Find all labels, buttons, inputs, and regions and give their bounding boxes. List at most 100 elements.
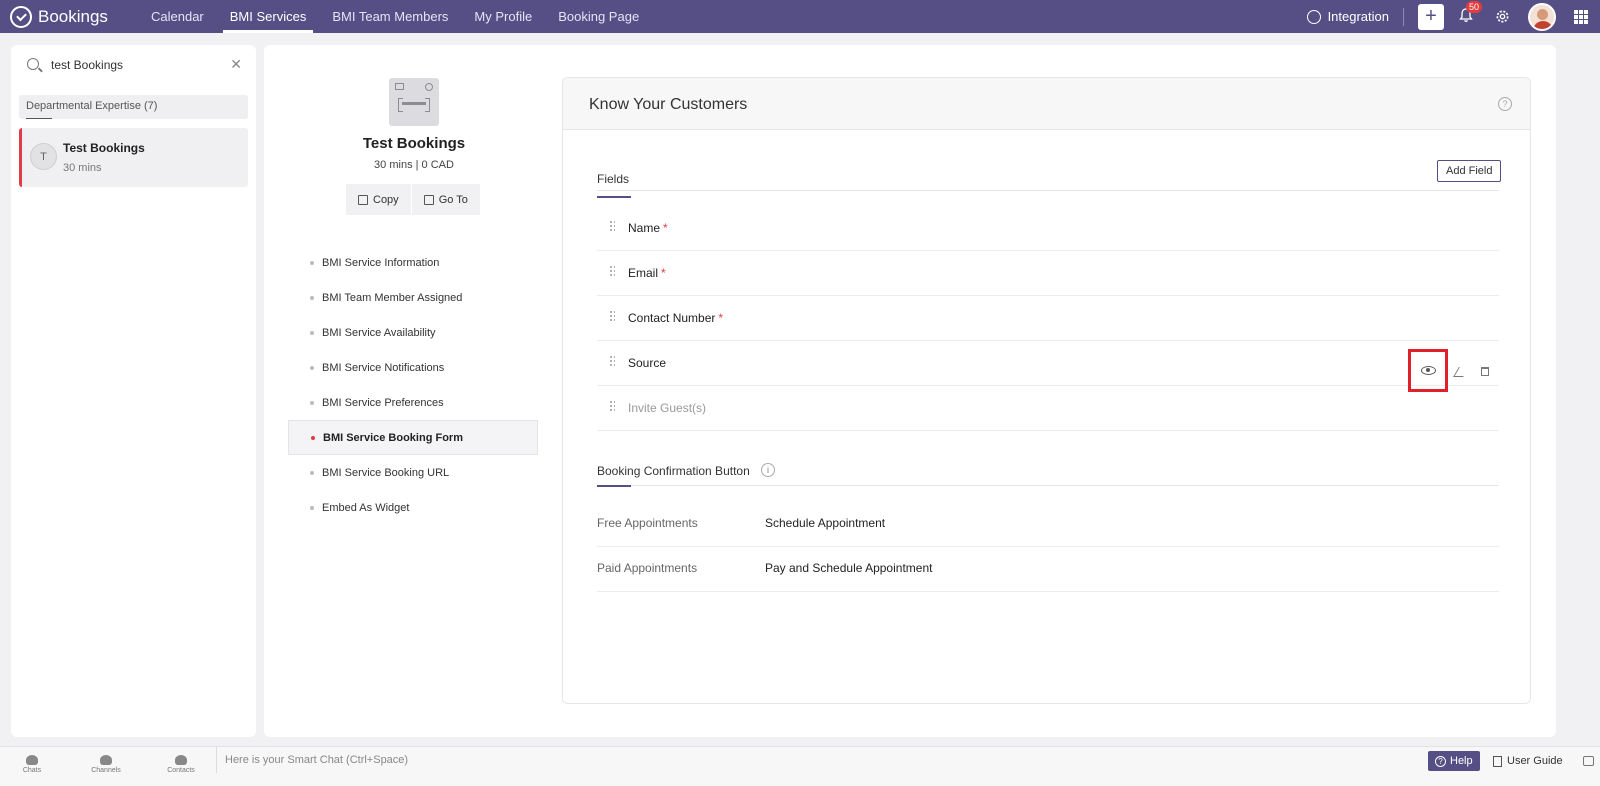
help-icon[interactable]: ? [1498, 97, 1512, 111]
required-marker: * [661, 266, 666, 280]
field-label: Name * [628, 221, 668, 235]
menu-label: Embed As Widget [322, 501, 410, 514]
field-row-contact-number[interactable]: Contact Number * [597, 296, 1499, 341]
go-to-label: Go To [438, 193, 468, 206]
meeting-chair-left [398, 98, 403, 112]
menu-service-booking-form[interactable]: BMI Service Booking Form [288, 420, 538, 455]
field-name: Contact Number [628, 311, 716, 325]
bullet-dot [311, 435, 315, 440]
integration-button[interactable]: Integration [1306, 9, 1389, 24]
service-settings-menu: BMI Service Information BMI Team Member … [288, 245, 538, 525]
fields-tab-bar: Fields [597, 172, 1499, 198]
menu-service-booking-url[interactable]: BMI Service Booking URL [288, 455, 538, 490]
delete-icon[interactable] [1481, 367, 1489, 376]
service-title: Test Bookings [63, 141, 145, 155]
booking-confirmation-title: Booking Confirmation Button [597, 464, 750, 487]
drag-handle-icon[interactable] [609, 355, 615, 368]
help-button[interactable]: ? Help [1428, 751, 1480, 771]
service-list-item[interactable]: T Test Bookings 30 mins [19, 128, 248, 187]
search-input[interactable] [51, 55, 221, 75]
drag-handle-icon[interactable] [609, 265, 615, 278]
bullet-dot [310, 400, 314, 405]
clear-search-icon[interactable]: ✕ [230, 56, 242, 73]
know-your-customers-card: Know Your Customers ? Fields Add Field N… [562, 77, 1531, 704]
service-actions: Copy Go To [346, 184, 481, 215]
menu-embed-as-widget[interactable]: Embed As Widget [288, 490, 538, 525]
menu-team-member-assigned[interactable]: BMI Team Member Assigned [288, 280, 538, 315]
help-label: Help [1450, 755, 1473, 767]
menu-label: BMI Service Booking Form [323, 431, 463, 444]
info-icon[interactable]: i [761, 463, 775, 477]
menu-service-notifications[interactable]: BMI Service Notifications [288, 350, 538, 385]
chats-button[interactable]: Chats [12, 755, 52, 774]
user-guide-button[interactable]: User Guide [1493, 751, 1563, 771]
card-title: Know Your Customers [589, 96, 748, 113]
nav-my-profile[interactable]: My Profile [461, 0, 545, 33]
field-row-invite-guests[interactable]: Invite Guest(s) [597, 386, 1499, 431]
service-name: Test Bookings [362, 135, 466, 152]
settings-button[interactable] [1492, 7, 1512, 27]
notifications-button[interactable]: 50 [1458, 0, 1483, 27]
required-marker: * [663, 221, 668, 235]
menu-label: BMI Service Information [322, 256, 440, 269]
field-name: Invite Guest(s) [628, 401, 707, 415]
drag-handle-icon[interactable] [609, 220, 615, 233]
menu-service-availability[interactable]: BMI Service Availability [288, 315, 538, 350]
appointment-row-free[interactable]: Free Appointments Schedule Appointment [597, 502, 1499, 547]
edit-icon[interactable] [1453, 366, 1469, 377]
menu-service-preferences[interactable]: BMI Service Preferences [288, 385, 538, 420]
card-header: Know Your Customers ? [563, 78, 1530, 130]
nav-booking-page[interactable]: Booking Page [545, 0, 652, 33]
service-thumbnail [389, 78, 439, 126]
channels-icon [100, 755, 112, 765]
contacts-button[interactable]: Contacts [161, 755, 201, 774]
guide-icon [1493, 755, 1502, 767]
drag-handle-icon[interactable] [609, 310, 615, 323]
clock-icon [425, 83, 433, 91]
user-avatar[interactable] [1528, 2, 1556, 31]
help-question-icon: ? [1435, 755, 1446, 767]
field-row-email[interactable]: Email * [597, 251, 1499, 296]
brand[interactable]: Bookings [10, 5, 120, 28]
copy-button[interactable]: Copy [346, 184, 412, 215]
apps-grid-icon[interactable] [1574, 9, 1588, 24]
appointment-type: Free Appointments [597, 516, 698, 530]
integration-icon [1306, 9, 1321, 24]
department-group[interactable]: Departmental Expertise (7) [19, 95, 248, 119]
create-new-button[interactable]: + [1418, 3, 1444, 30]
bullet-dot [310, 260, 314, 265]
contacts-label: Contacts [167, 767, 195, 774]
nav-bmi-services[interactable]: BMI Services [217, 0, 320, 33]
field-label: Source [628, 356, 669, 370]
menu-label: BMI Service Booking URL [322, 466, 450, 479]
channels-label: Channels [91, 767, 121, 774]
menu-service-information[interactable]: BMI Service Information [288, 245, 538, 280]
copy-label: Copy [373, 193, 399, 206]
bullet-dot [310, 295, 314, 300]
chats-label: Chats [22, 767, 42, 774]
menu-label: BMI Team Member Assigned [322, 291, 463, 304]
channels-button[interactable]: Channels [86, 755, 126, 774]
appointment-row-paid[interactable]: Paid Appointments Pay and Schedule Appoi… [597, 547, 1499, 592]
contacts-icon [175, 755, 187, 765]
feedback-icon[interactable] [1583, 756, 1594, 766]
nav-bmi-team-members[interactable]: BMI Team Members [319, 0, 461, 33]
drag-handle-icon[interactable] [609, 400, 615, 413]
service-search: ✕ [11, 45, 256, 85]
external-link-icon [423, 194, 434, 205]
field-row-source[interactable]: Source [597, 341, 1499, 392]
divider [1403, 7, 1404, 26]
go-to-button[interactable]: Go To [411, 184, 481, 215]
form-fields-list: Name * Email * Contact Number * Source I… [597, 206, 1499, 431]
field-row-name[interactable]: Name * [597, 206, 1499, 251]
smart-chat-input[interactable]: Here is your Smart Chat (Ctrl+Space) [216, 747, 408, 773]
add-field-button[interactable]: Add Field [1437, 160, 1502, 182]
bullet-dot [310, 330, 314, 335]
screen-icon [395, 83, 404, 90]
gear-icon [1496, 10, 1508, 23]
bullet-dot [310, 365, 314, 370]
field-label: Contact Number * [628, 311, 723, 325]
nav-calendar[interactable]: Calendar [138, 0, 217, 33]
tab-fields[interactable]: Fields [597, 172, 632, 198]
user-guide-label: User Guide [1507, 755, 1563, 767]
